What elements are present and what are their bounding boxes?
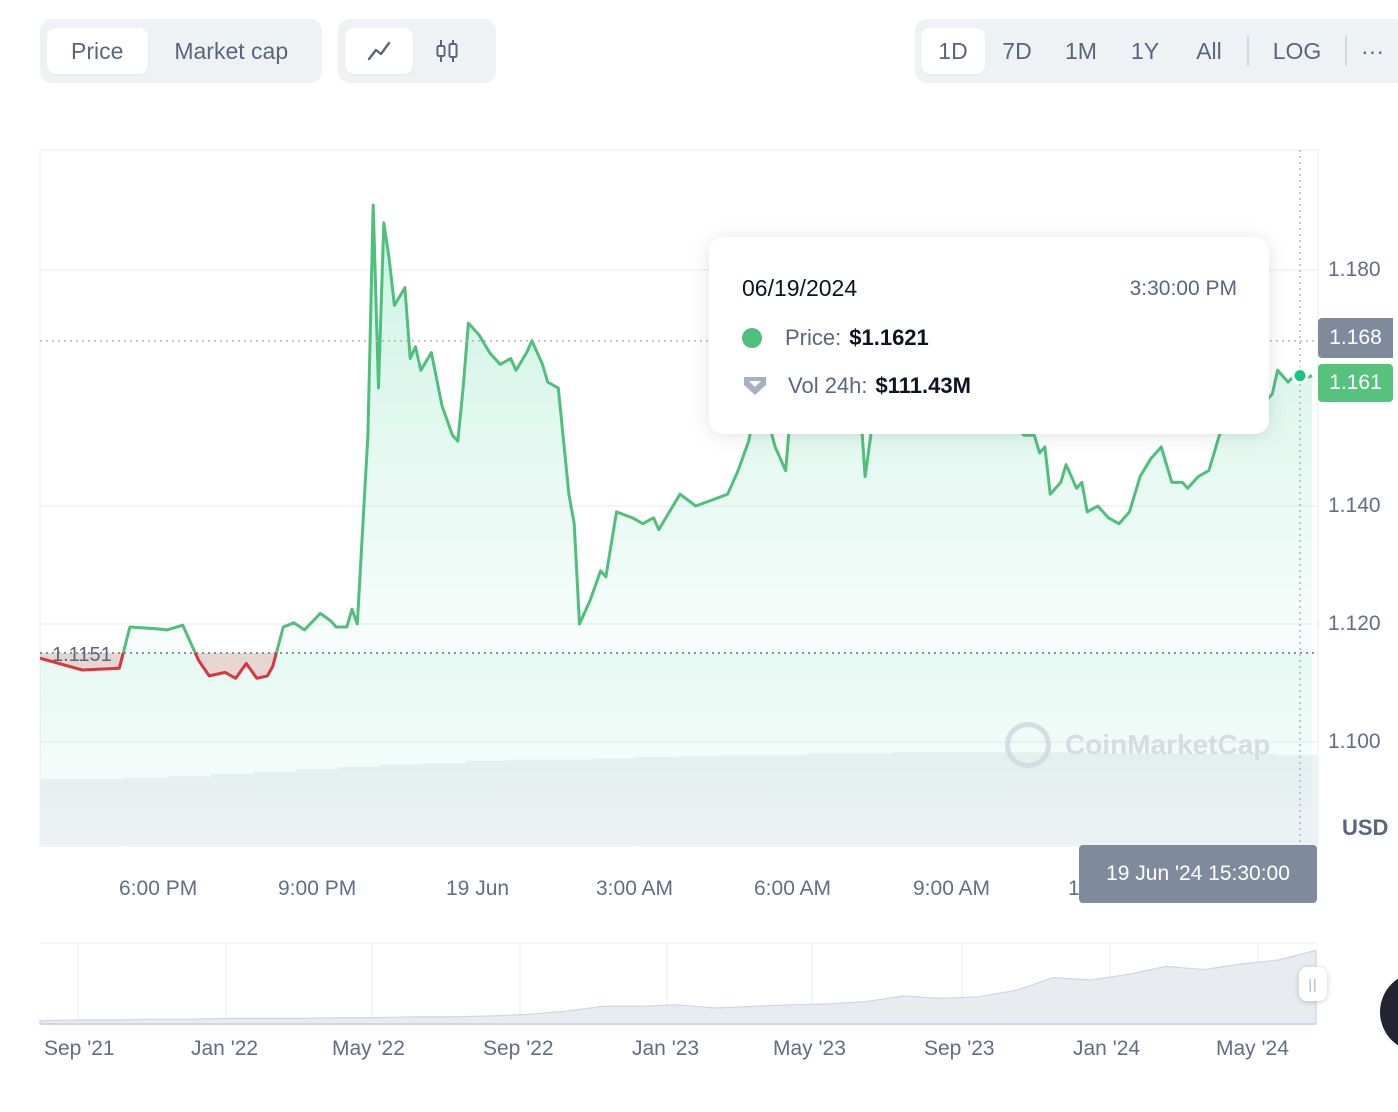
x-tick-label: 6:00 PM [119, 877, 198, 900]
navigator-label: Jan '23 [632, 1037, 700, 1060]
tooltip-price-label: Price: [785, 325, 842, 350]
y-tick-label: 1.180 [1328, 258, 1381, 281]
price-tooltip: 06/19/2024 3:30:00 PM Price: $1.1621 Vol… [709, 237, 1269, 434]
watermark-text: CoinMarketCap [1065, 729, 1271, 760]
tooltip-volume-label: Vol 24h: [788, 373, 868, 398]
navigator-label: Sep '22 [483, 1037, 554, 1060]
hover-time-tag: 19 Jun '24 15:30:00 [1079, 845, 1317, 903]
tooltip-volume-row: Vol 24h: $111.43M [742, 373, 971, 399]
x-tick-label: 9:00 AM [913, 877, 991, 900]
currency-label: USD [1342, 815, 1389, 840]
navigator-area [39, 949, 1317, 1025]
price-dot-icon [742, 328, 762, 348]
coinmarketcap-watermark: CoinMarketCap [1005, 722, 1270, 768]
tooltip-price-row: Price: $1.1621 [742, 325, 929, 351]
current-price-tag: 1.161 [1318, 364, 1393, 402]
tooltip-time: 3:30:00 PM [1129, 277, 1237, 300]
navigator-handle[interactable]: || [1299, 967, 1327, 1001]
x-tick-label: 9:00 PM [278, 877, 357, 900]
tooltip-price-value: $1.1621 [849, 325, 929, 350]
baseline-price-label: 1.1151 [52, 644, 112, 666]
x-tick-label: 19 Jun [446, 877, 510, 900]
y-tick-label: 1.100 [1328, 730, 1381, 753]
x-tick-label: 3:00 AM [596, 877, 674, 900]
navigator-label: May '23 [773, 1037, 846, 1060]
x-tick-label: 6:00 AM [754, 877, 832, 900]
navigator-label: Jan '22 [191, 1037, 259, 1060]
price-chart[interactable] [0, 0, 1398, 1112]
tooltip-date: 06/19/2024 [742, 275, 858, 301]
hover-point [1291, 367, 1309, 385]
x-tick-label: 1 [1068, 877, 1080, 900]
volume-icon [744, 377, 766, 395]
navigator-label: Sep '23 [924, 1037, 995, 1060]
navigator-label: May '24 [1216, 1037, 1289, 1060]
y-tick-label: 1.120 [1328, 612, 1381, 635]
hover-price-tag: 1.168 [1318, 318, 1393, 358]
y-tick-label: 1.140 [1328, 494, 1381, 517]
tooltip-volume-value: $111.43M [875, 373, 971, 398]
navigator-label: Sep '21 [44, 1037, 115, 1060]
navigator-label: Jan '24 [1073, 1037, 1141, 1060]
coinmarketcap-logo-icon [1005, 722, 1051, 768]
navigator-label: May '22 [332, 1037, 405, 1060]
